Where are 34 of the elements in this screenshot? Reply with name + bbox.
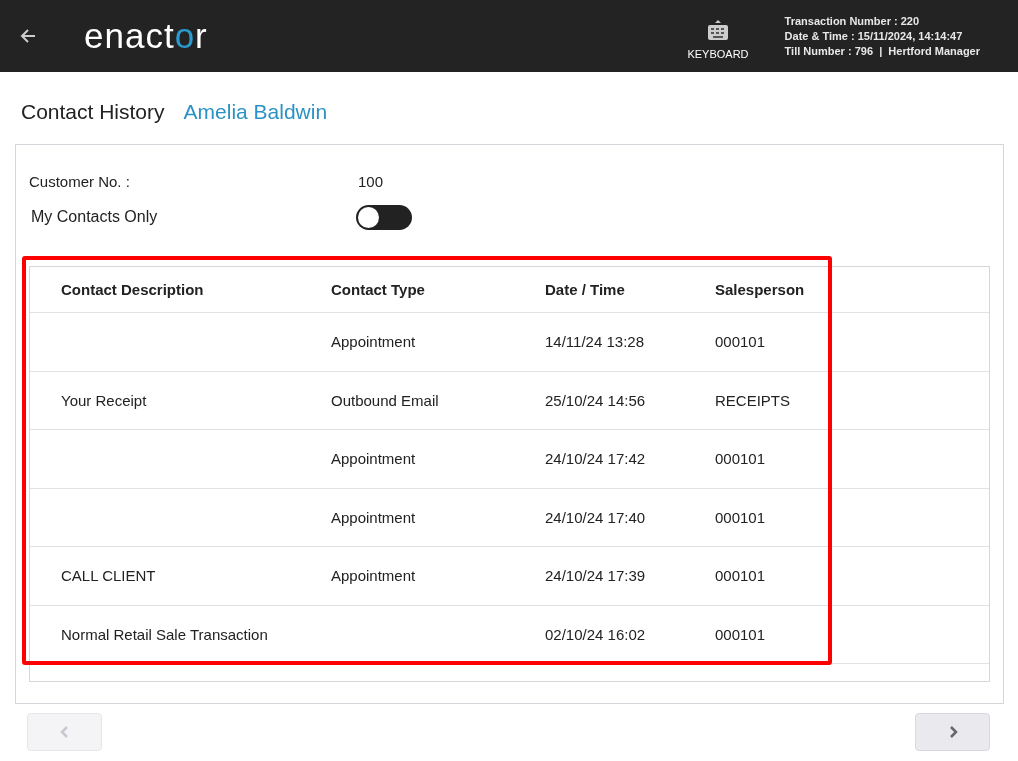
column-header: Contact Description <box>61 281 205 298</box>
table-cell-text: 25/10/24 14:56 <box>545 391 647 409</box>
table-cell-text: Appointment <box>331 567 417 585</box>
column-header: Salesperson <box>715 281 806 298</box>
table-cell-text: 000101 <box>715 625 767 643</box>
table-cell-text: 24/10/24 17:42 <box>545 450 647 468</box>
table-cell-text: CALL CLIENT <box>61 567 157 585</box>
table-cell-text: 02/10/24 16:02 <box>545 625 647 643</box>
table-cell-text: Appointment <box>331 333 417 351</box>
keyboard-label[interactable]: KEYBOARD <box>687 48 749 60</box>
page-title: Contact History <box>21 100 165 124</box>
table-cell-text: RECEIPTS <box>715 391 791 409</box>
table-cell-text: Outbound Email <box>331 391 440 409</box>
enactor-logo: enactor <box>84 16 208 56</box>
field-label: My Contacts Only <box>31 208 159 226</box>
field-label: Customer No. : <box>29 172 131 190</box>
table-cell-text: 000101 <box>715 333 767 351</box>
table-cell-text: 000101 <box>715 567 767 585</box>
transaction-info: Transaction Number : 220 <box>784 13 921 29</box>
table-cell-text: Appointment <box>331 450 417 468</box>
table-cell-text: Normal Retail Sale Transaction <box>61 625 269 643</box>
table-cell-text: 14/11/24 13:28 <box>545 333 645 351</box>
transaction-info: Date & Time : 15/11/2024, 14:14:47 <box>784 28 964 44</box>
column-header: Contact Type <box>331 281 426 298</box>
column-header: Date / Time <box>545 281 626 298</box>
table-cell-text: Appointment <box>331 508 417 526</box>
table-cell-text: 000101 <box>715 450 767 468</box>
field-value: 100 <box>358 172 384 190</box>
transaction-info: Till Number : 796 | Hertford Manager <box>784 43 980 59</box>
table-cell-text: 24/10/24 17:40 <box>545 508 647 526</box>
table-cell-text: 000101 <box>715 508 767 526</box>
table-cell-text: 24/10/24 17:39 <box>545 567 647 585</box>
table-cell-text: Your Receipt <box>61 391 148 409</box>
customer-name: Amelia Baldwin <box>183 100 328 124</box>
